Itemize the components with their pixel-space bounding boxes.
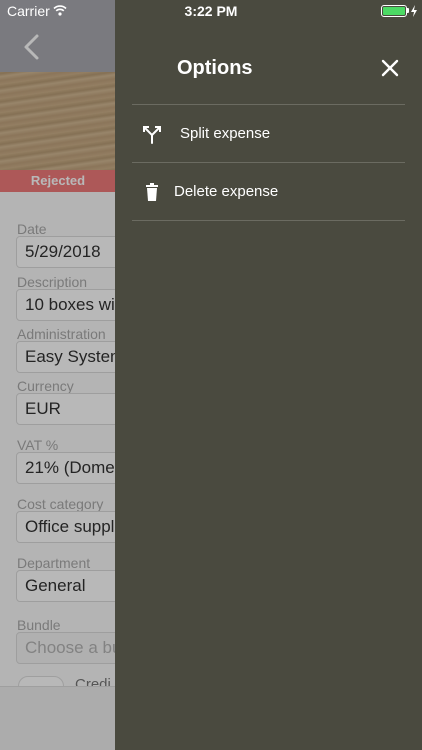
split-expense-item[interactable]: Split expense [132,105,405,163]
battery-icon [381,5,407,17]
status-bar: Carrier 3:22 PM [0,0,422,22]
trash-icon [142,182,162,202]
close-icon [381,59,399,77]
split-icon [142,124,162,144]
charging-bolt-icon [411,5,417,17]
panel-title: Options [177,57,253,79]
delete-expense-item[interactable]: Delete expense [132,163,405,221]
divider [132,220,405,221]
split-expense-label: Split expense [180,125,271,142]
delete-expense-label: Delete expense [174,183,279,200]
status-time: 3:22 PM [184,3,238,19]
close-button[interactable] [379,57,401,79]
battery-cap [407,8,409,13]
options-panel: Options Split expense Delete expense [115,0,422,750]
